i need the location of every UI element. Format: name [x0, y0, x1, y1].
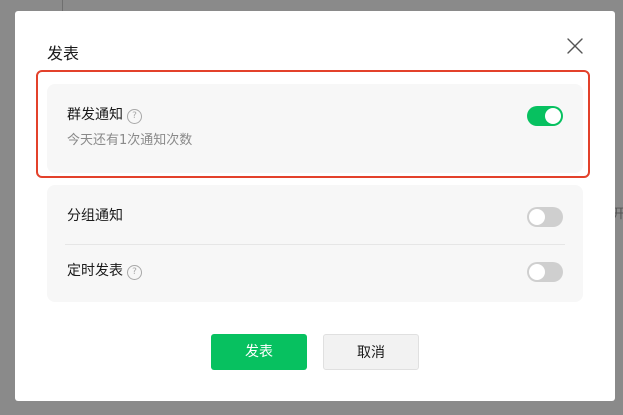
dialog-title: 发表 [47, 44, 80, 63]
publish-button[interactable]: 发表 [211, 334, 307, 370]
row-divider [65, 244, 565, 245]
close-icon [567, 38, 583, 54]
cancel-button[interactable]: 取消 [323, 334, 419, 370]
scheduled-publish-label: 定时发表 [67, 263, 123, 279]
publish-options-card: 分组通知 定时发表? [47, 185, 583, 302]
close-button[interactable] [565, 36, 585, 56]
question-circle-icon[interactable]: ? [127, 265, 142, 280]
publish-dialog: 发表 群发通知? 今天还有1次通知次数 分组通知 定时发表 ? 发表 取消 [15, 11, 615, 401]
toggle-knob [529, 209, 545, 225]
scheduled-publish-row-label-wrap: 定时发表? [67, 262, 142, 280]
scheduled-publish-toggle[interactable] [527, 262, 563, 282]
group-notify-toggle[interactable] [527, 207, 563, 227]
page-backdrop: 开 发表 群发通知? 今天还有1次通知次数 分组通知 定时发表 ? 发表 取消 [0, 0, 623, 415]
highlight-frame [36, 70, 590, 178]
group-notify-label: 分组通知 [67, 208, 123, 224]
toggle-knob [529, 264, 545, 280]
